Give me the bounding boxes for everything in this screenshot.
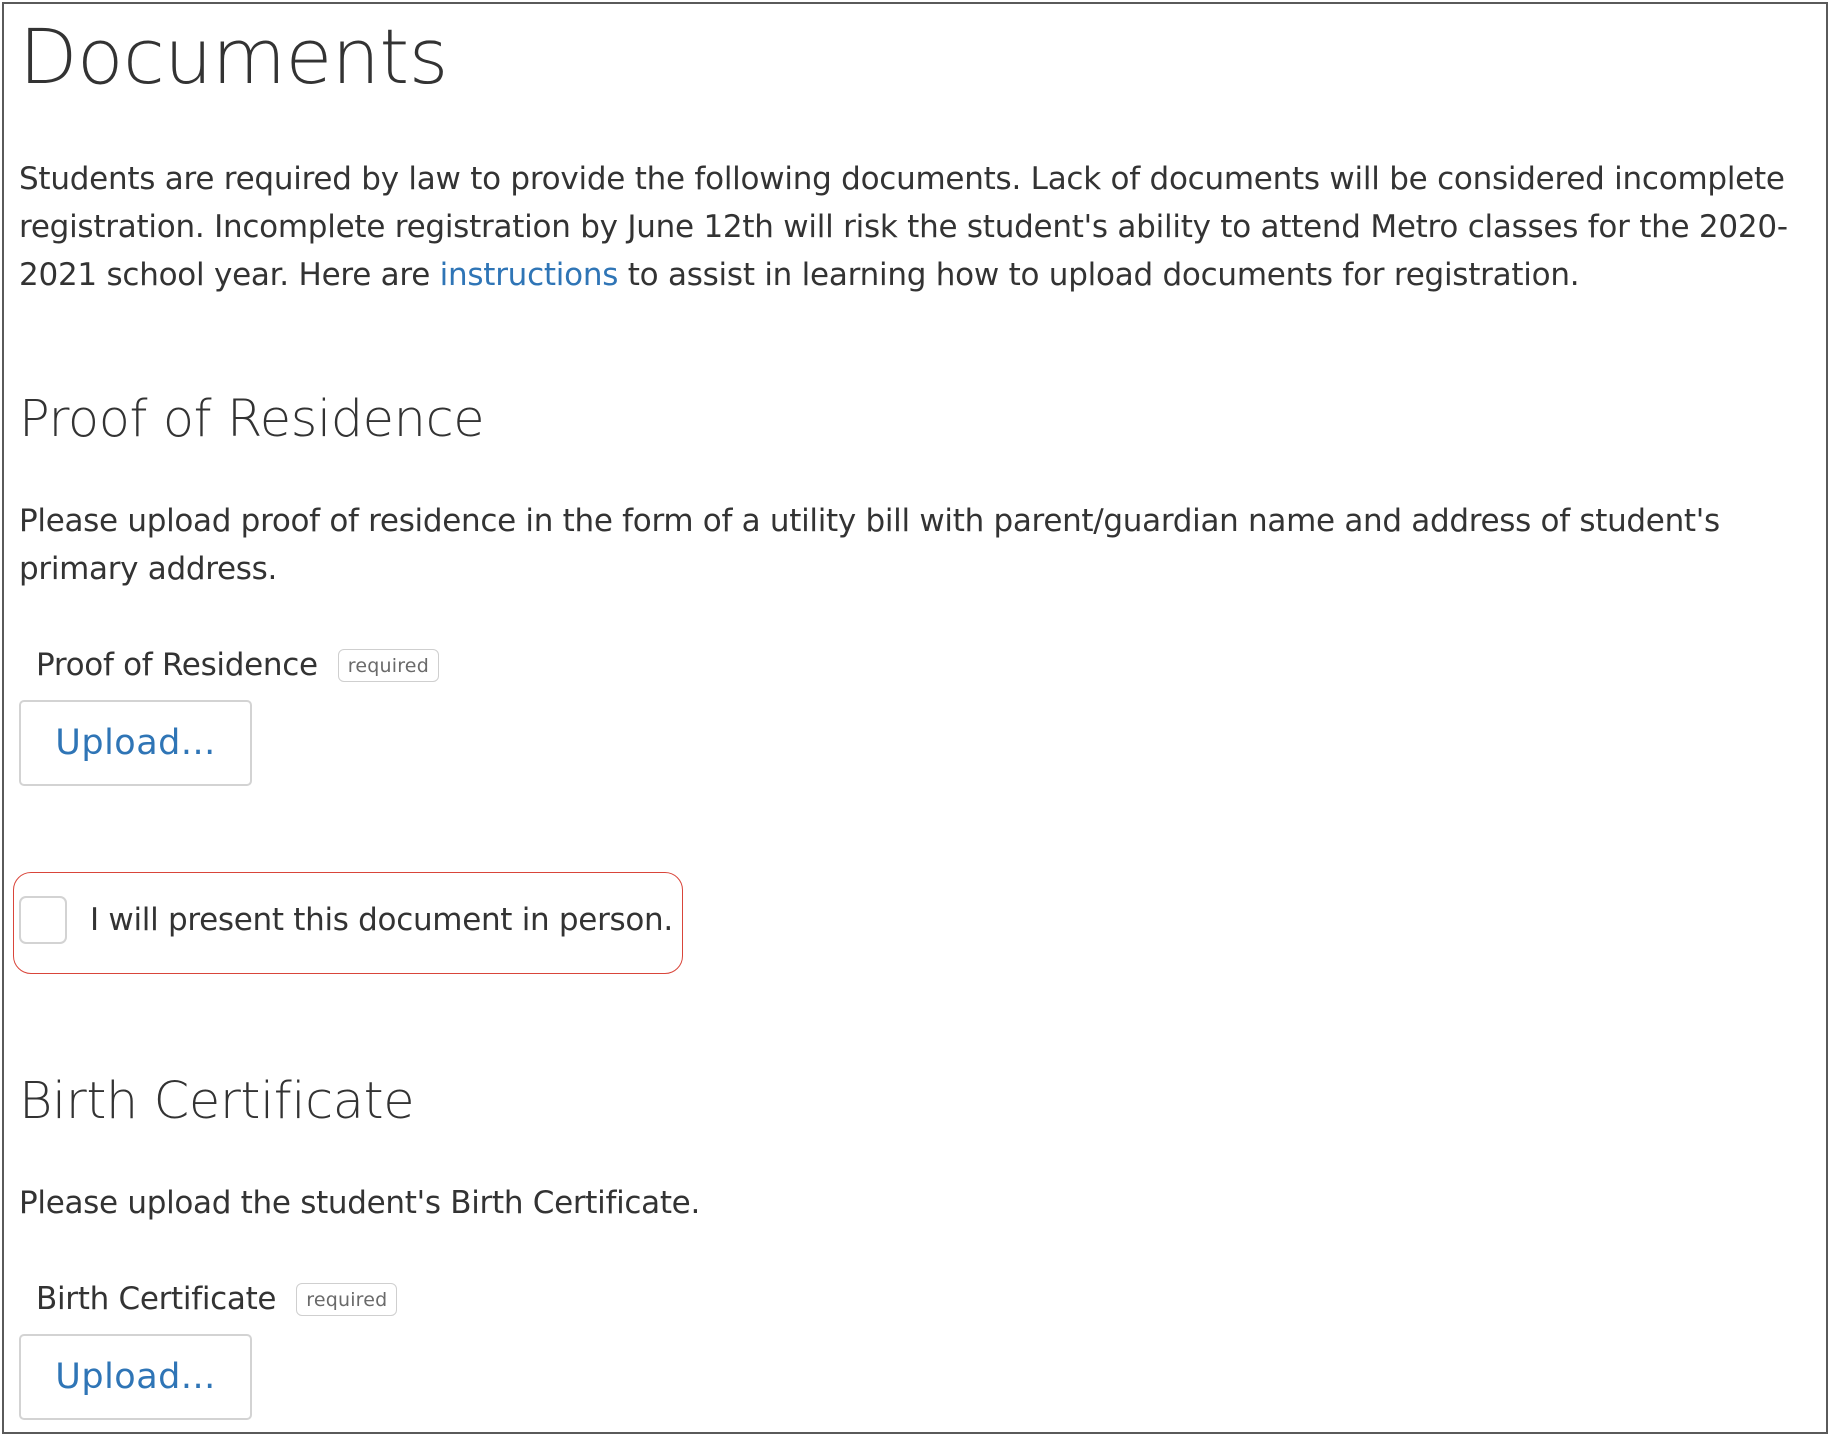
present-in-person-option[interactable]: I will present this document in person. (19, 896, 673, 944)
proof-of-residence-field-label-row: Proof of Residence required (36, 645, 439, 685)
intro-paragraph: Students are required by law to provide … (19, 155, 1819, 299)
page-title: Documents (19, 12, 448, 101)
proof-of-residence-heading: Proof of Residence (19, 390, 485, 449)
birth-certificate-field-label: Birth Certificate (36, 1281, 277, 1317)
birth-certificate-upload-button[interactable]: Upload... (19, 1334, 252, 1420)
intro-text-end: to assist in learning how to upload docu… (618, 257, 1580, 293)
present-in-person-checkbox[interactable] (19, 896, 67, 944)
birth-certificate-required-badge: required (296, 1282, 398, 1316)
page-frame: Documents Students are required by law t… (2, 2, 1828, 1434)
birth-certificate-description: Please upload the student's Birth Certif… (19, 1185, 701, 1221)
proof-of-residence-upload-button[interactable]: Upload... (19, 700, 252, 786)
birth-certificate-field-label-row: Birth Certificate required (36, 1279, 398, 1319)
proof-of-residence-required-badge: required (337, 648, 439, 682)
birth-certificate-heading: Birth Certificate (19, 1072, 415, 1131)
present-in-person-label[interactable]: I will present this document in person. (90, 900, 673, 940)
proof-of-residence-description: Please upload proof of residence in the … (19, 503, 1720, 587)
instructions-link[interactable]: instructions (440, 257, 619, 293)
proof-of-residence-field-label: Proof of Residence (36, 647, 318, 683)
